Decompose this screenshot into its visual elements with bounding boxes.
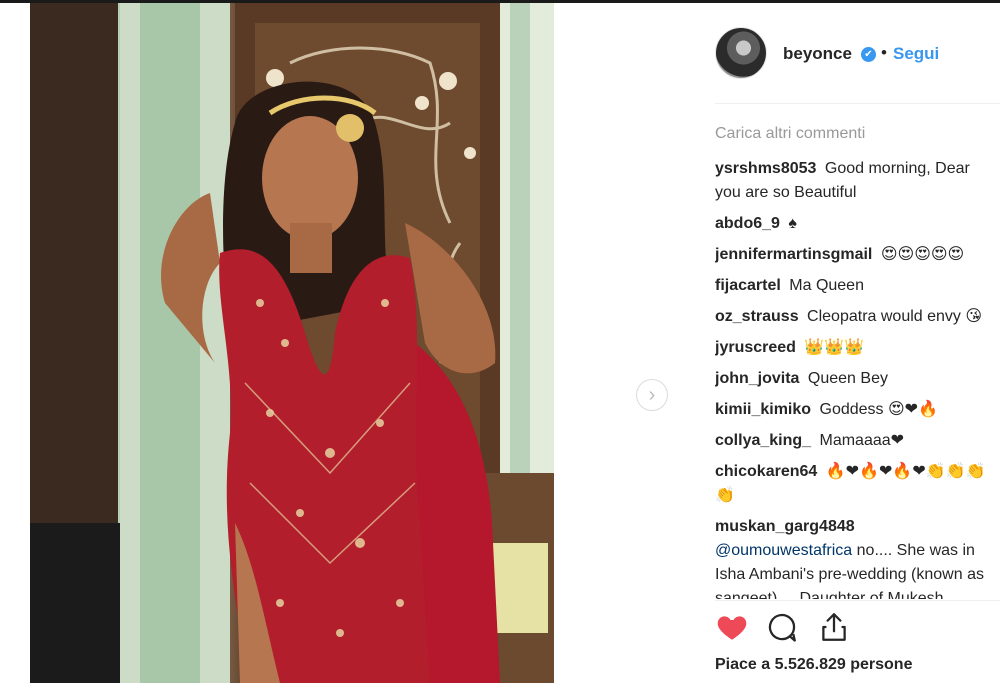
- comment-item: jyruscreed 👑👑👑: [715, 336, 1000, 360]
- comment-item: abdo6_9 ♠: [715, 212, 1000, 236]
- comment-item: ysrshms8053 Good morning, Dear you are s…: [715, 157, 1000, 205]
- likes-count[interactable]: Piace a 5.526.829 persone: [715, 656, 912, 674]
- comment-username[interactable]: jyruscreed: [715, 339, 796, 356]
- comment-item: kimii_kimiko Goddess 😍❤🔥: [715, 398, 1000, 422]
- header-divider: [715, 103, 1000, 104]
- comment-username[interactable]: fijacartel: [715, 277, 781, 294]
- comment-text: 👑👑👑: [804, 339, 865, 356]
- comment-text: Ma Queen: [789, 277, 864, 294]
- comment-username[interactable]: oz_strauss: [715, 308, 799, 325]
- follow-button[interactable]: Segui: [893, 44, 939, 64]
- post-header: beyonce ✔ • Segui: [715, 27, 1000, 81]
- comment-text: ♠: [788, 215, 797, 232]
- comment-item: muskan_garg4848 @oumouwestafrica no.... …: [715, 515, 1000, 599]
- comment-username[interactable]: chicokaren64: [715, 463, 817, 480]
- comment-username[interactable]: muskan_garg4848: [715, 518, 855, 535]
- comment-item: chicokaren64 🔥❤🔥❤🔥❤👏👏👏👏: [715, 460, 1000, 508]
- comments-list[interactable]: ysrshms8053 Good morning, Dear you are s…: [715, 157, 1000, 599]
- load-more-comments-button[interactable]: Carica altri commenti: [715, 125, 865, 143]
- comment-text: Goddess 😍❤🔥: [819, 401, 939, 418]
- actions-divider: [715, 600, 1000, 601]
- comment-item: collya_king_ Mamaaaa❤: [715, 429, 1000, 453]
- share-button[interactable]: [817, 610, 853, 646]
- post-actions: [715, 610, 915, 650]
- comment-username[interactable]: collya_king_: [715, 432, 811, 449]
- comment-text: Mamaaaa❤: [819, 432, 905, 449]
- comment-item: john_jovita Queen Bey: [715, 367, 1000, 391]
- comment-mention-link[interactable]: @oumouwestafrica: [715, 542, 852, 559]
- like-button[interactable]: [715, 610, 751, 646]
- post-image-illustration: [30, 3, 554, 683]
- username-link[interactable]: beyonce: [783, 44, 852, 64]
- comment-username[interactable]: jennifermartinsgmail: [715, 246, 872, 263]
- post-image[interactable]: [30, 3, 554, 683]
- comment-item: fijacartel Ma Queen: [715, 274, 1000, 298]
- comment-username[interactable]: ysrshms8053: [715, 160, 816, 177]
- next-image-button[interactable]: ›: [636, 379, 668, 411]
- comment-text: 😍😍😍😍😍: [880, 246, 965, 263]
- comment-username[interactable]: kimii_kimiko: [715, 401, 811, 418]
- comment-item: oz_strauss Cleopatra would envy 😘: [715, 305, 1000, 329]
- verified-badge-icon: ✔: [861, 47, 876, 62]
- comment-text: Cleopatra would envy 😘: [807, 308, 983, 325]
- comment-username[interactable]: abdo6_9: [715, 215, 780, 232]
- separator-dot: •: [881, 43, 887, 62]
- comment-icon: [768, 613, 796, 642]
- comment-item: jennifermartinsgmail 😍😍😍😍😍: [715, 243, 1000, 267]
- comment-username[interactable]: john_jovita: [715, 370, 799, 387]
- share-icon: [822, 613, 846, 641]
- comment-text: Queen Bey: [807, 370, 888, 387]
- avatar[interactable]: [715, 27, 767, 79]
- comment-button[interactable]: [765, 610, 801, 646]
- heart-icon: [717, 616, 747, 640]
- chevron-right-icon: ›: [648, 384, 656, 406]
